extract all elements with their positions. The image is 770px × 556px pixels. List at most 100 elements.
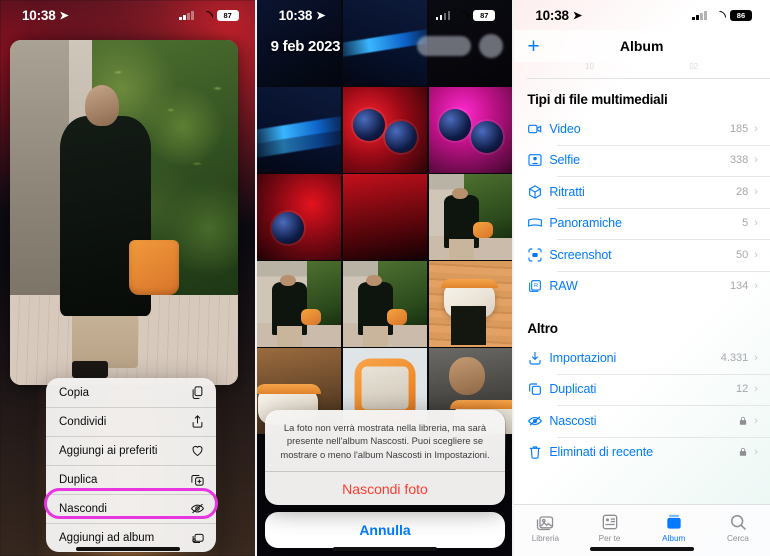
list-item-duplicati[interactable]: Duplicati 12 › <box>527 373 770 406</box>
cube-icon <box>527 184 549 200</box>
toolbar-pill-button[interactable] <box>417 36 472 56</box>
status-time-group: 10:38 ➤ <box>535 8 582 23</box>
home-indicator <box>76 547 181 551</box>
list-item-label: Video <box>549 121 581 136</box>
grid-toolbar-buttons[interactable] <box>417 34 504 58</box>
tab-libreria[interactable]: Libreria <box>513 511 577 543</box>
panel-divider-2 <box>512 0 514 556</box>
grid-photo[interactable] <box>342 87 428 173</box>
list-item-label: Selfie <box>549 153 580 168</box>
status-indicators: 87 <box>435 9 496 21</box>
chevron-right-icon: › <box>754 351 758 364</box>
list-item-count: 4.331 <box>720 351 749 364</box>
navigation-bar: + Album <box>513 30 770 62</box>
list-item-panoramiche[interactable]: Panoramiche 5 › <box>527 207 770 240</box>
page-title: Album <box>619 38 664 54</box>
chevron-right-icon: › <box>754 122 758 135</box>
list-item-eliminati-di-recente[interactable]: Eliminati di recente › <box>527 436 770 469</box>
svg-text:R: R <box>534 283 538 289</box>
photo-context-menu[interactable]: Copia Condividi Aggiungi ai preferiti Du… <box>46 378 216 552</box>
grid-photo[interactable] <box>428 174 514 260</box>
panel-photo-context-menu: 10:38 ➤ 87 Copia Condividi Aggiungi ai p… <box>0 0 257 556</box>
panel-photo-grid-action-sheet: 9 feb 2023 10:38 ➤ 87 La foto non verrà … <box>256 0 514 556</box>
context-menu-item-copia[interactable]: Copia <box>46 378 216 407</box>
toolbar-round-button[interactable] <box>479 34 504 58</box>
cancel-button[interactable]: Annulla <box>264 512 506 548</box>
status-time: 10:38 <box>22 7 56 23</box>
context-menu-label: Condividi <box>59 415 107 428</box>
status-bar-panel2: 10:38 ➤ 87 <box>257 0 514 30</box>
video-camera-icon <box>527 121 549 137</box>
tab-album[interactable]: Album <box>642 511 706 543</box>
grid-photo[interactable] <box>256 87 342 173</box>
screenshot-icon <box>527 247 549 263</box>
list-item-importazioni[interactable]: Importazioni 4.331 › <box>527 342 770 374</box>
section-header-media-types: Tipi di file multimediali <box>527 92 668 107</box>
grid-photo[interactable] <box>342 261 428 347</box>
list-item-label: Nascosti <box>549 413 597 428</box>
grid-photo[interactable] <box>428 87 514 173</box>
chevron-right-icon: › <box>754 185 758 198</box>
status-time-group: 10:38 ➤ <box>279 8 326 23</box>
list-item-label: Panoramiche <box>549 216 622 231</box>
list-item-video[interactable]: Video 185 › <box>527 113 770 145</box>
home-indicator <box>589 547 694 551</box>
list-item-count: 12 <box>736 383 749 396</box>
albums-list: Tipi di file multimediali Video 185 › Se… <box>513 84 770 504</box>
list-item-count: 134 <box>729 280 749 293</box>
list-item-label: Importazioni <box>549 350 617 365</box>
context-menu-item-aggiungi-ai-preferiti[interactable]: Aggiungi ai preferiti <box>46 436 216 465</box>
context-menu-label: Nascondi <box>59 502 107 515</box>
list-item-label: Ritratti <box>549 184 585 199</box>
status-time: 10:38 <box>278 7 313 23</box>
grid-photo[interactable] <box>428 261 514 347</box>
status-time: 10:38 <box>535 7 569 23</box>
list-item-ritratti[interactable]: Ritratti 28 › <box>527 176 770 208</box>
hide-photo-action-sheet[interactable]: La foto non verrà mostrata nella libreri… <box>264 409 506 548</box>
section-separator <box>527 78 770 79</box>
tab-per-te[interactable]: Per te <box>577 511 641 543</box>
status-bar-panel3: 10:38 ➤ 86 <box>513 0 770 30</box>
selfie-icon <box>527 152 549 168</box>
lock-icon <box>738 415 748 427</box>
search-icon <box>728 511 748 532</box>
eye-slash-icon <box>527 413 549 429</box>
grid-photo[interactable] <box>256 174 342 260</box>
context-menu-item-nascondi[interactable]: Nascondi <box>46 494 216 523</box>
chevron-right-icon: › <box>754 248 758 261</box>
tab-cerca[interactable]: Cerca <box>706 511 770 543</box>
battery-icon: 87 <box>473 9 496 21</box>
context-menu-label: Duplica <box>59 473 98 486</box>
context-menu-item-duplica[interactable]: Duplica <box>46 465 216 494</box>
grid-photo[interactable] <box>256 261 342 347</box>
battery-icon: 87 <box>216 9 239 21</box>
photos-library-icon <box>535 511 555 532</box>
location-arrow-icon: ➤ <box>59 9 69 22</box>
cellular-signal-icon <box>692 10 707 20</box>
list-item-raw[interactable]: R RAW 134 › <box>527 270 770 303</box>
list-item-count: 338 <box>729 154 749 167</box>
list-item-label: RAW <box>549 279 578 294</box>
grid-photo[interactable] <box>342 174 428 260</box>
section-header-altro: Altro <box>527 321 558 336</box>
list-item-count: 185 <box>729 122 749 135</box>
duplicate-icon <box>527 381 549 397</box>
panel-divider-1 <box>255 0 257 556</box>
panorama-icon <box>527 215 549 231</box>
photo-person-head <box>85 84 120 127</box>
trash-icon <box>527 444 549 460</box>
location-arrow-icon: ➤ <box>316 9 326 22</box>
list-item-label: Duplicati <box>549 382 597 397</box>
duplicate-icon <box>190 472 205 487</box>
date-label: 9 feb 2023 <box>270 37 341 55</box>
context-menu-label: Copia <box>59 386 90 399</box>
hide-photo-button[interactable]: Nascondi foto <box>264 471 506 505</box>
photo-preview[interactable] <box>10 40 238 385</box>
context-menu-item-condividi[interactable]: Condividi <box>46 407 216 436</box>
share-icon <box>190 414 205 429</box>
list-item-selfie[interactable]: Selfie 338 › <box>527 144 770 177</box>
list-item-nascosti[interactable]: Nascosti › <box>527 405 770 437</box>
albums-icon <box>664 511 684 532</box>
list-item-screenshot[interactable]: Screenshot 50 › <box>527 239 770 271</box>
battery-icon: 86 <box>729 9 752 21</box>
